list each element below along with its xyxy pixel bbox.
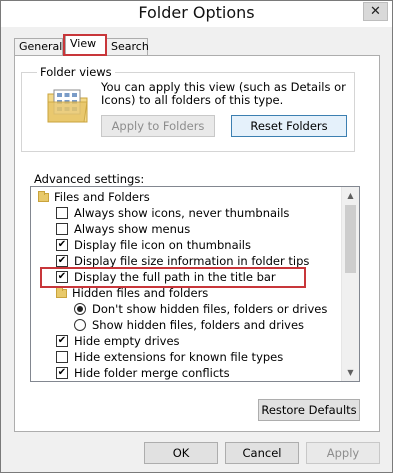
- checkbox-file-size-info[interactable]: ✔: [56, 255, 68, 267]
- tree-folder-files-and-folders: Files and Folders: [38, 189, 150, 205]
- advanced-settings-label: Advanced settings:: [34, 172, 145, 186]
- cancel-button[interactable]: Cancel: [225, 442, 299, 464]
- checkbox-hide-empty-drives[interactable]: ✔: [56, 335, 68, 347]
- checkbox-hide-extensions[interactable]: [56, 351, 68, 363]
- ok-button[interactable]: OK: [144, 442, 218, 464]
- apply-to-folders-label: Apply to Folders: [111, 119, 205, 133]
- apply-label: Apply: [326, 446, 360, 460]
- tree-item-label: Files and Folders: [54, 190, 150, 204]
- cancel-label: Cancel: [242, 446, 282, 460]
- tree-item-label: Hidden files and folders: [72, 286, 209, 300]
- tree-item-show-hidden[interactable]: Show hidden files, folders and drives: [74, 317, 304, 333]
- tree-item-hide-empty-drives[interactable]: ✔ Hide empty drives: [56, 333, 180, 349]
- title-bar[interactable]: Folder Options ✕: [1, 1, 392, 27]
- apply-button[interactable]: Apply: [306, 442, 380, 464]
- tree-item-label: Display the full path in the title bar: [74, 270, 276, 284]
- folder-icon: [56, 286, 67, 298]
- tree-item-label: Always show menus: [74, 222, 191, 236]
- vertical-scrollbar[interactable]: ▲ ▼: [341, 187, 359, 381]
- tab-general[interactable]: General: [14, 38, 63, 55]
- tree-item-label: Hide empty drives: [74, 334, 180, 348]
- tree-item-label: Hide extensions for known file types: [74, 350, 284, 364]
- tree-item-file-icon-thumbnails[interactable]: ✔ Display file icon on thumbnails: [56, 237, 251, 253]
- restore-defaults-button[interactable]: Restore Defaults: [258, 399, 360, 421]
- tree-item-label: Display file size information in folder …: [74, 254, 310, 268]
- tab-search[interactable]: Search: [106, 38, 149, 55]
- folder-views-legend: Folder views: [37, 65, 115, 79]
- tab-general-label: General: [19, 40, 63, 53]
- tree-item-hide-extensions[interactable]: Hide extensions for known file types: [56, 349, 283, 365]
- tab-view-label: View: [70, 37, 97, 50]
- reset-folders-label: Reset Folders: [250, 119, 328, 133]
- radio-show-hidden[interactable]: [74, 319, 86, 331]
- tree-item-dont-show-hidden[interactable]: Don't show hidden files, folders or driv…: [74, 301, 327, 317]
- tree-item-label: Hide folder merge conflicts: [74, 366, 230, 380]
- tree-item-full-path-title-bar[interactable]: ✔ Display the full path in the title bar: [56, 269, 276, 285]
- checkbox-always-show-menus[interactable]: [56, 223, 68, 235]
- advanced-settings-tree[interactable]: Files and Folders Always show icons, nev…: [30, 186, 360, 382]
- folder-options-window: Folder Options ✕ General View Search Fol…: [0, 0, 393, 473]
- close-button[interactable]: ✕: [363, 2, 388, 21]
- folder-views-icon: [47, 89, 88, 123]
- window-title: Folder Options: [138, 3, 255, 22]
- tree-item-label: Show hidden files, folders and drives: [92, 318, 305, 332]
- checkbox-file-icon-thumbnails[interactable]: ✔: [56, 239, 68, 251]
- checkbox-full-path-title-bar[interactable]: ✔: [56, 271, 68, 283]
- tree-item-label: Don't show hidden files, folders or driv…: [92, 302, 328, 316]
- tree-item-file-size-info[interactable]: ✔ Display file size information in folde…: [56, 253, 309, 269]
- tree-item-label: Always show icons, never thumbnails: [74, 206, 290, 220]
- tree-item-hide-merge-conflicts[interactable]: ✔ Hide folder merge conflicts: [56, 365, 230, 381]
- tree-item-label: Display file icon on thumbnails: [74, 238, 251, 252]
- folder-icon: [38, 190, 49, 202]
- scrollbar-thumb[interactable]: [345, 205, 356, 273]
- folder-views-description: You can apply this view (such as Details…: [101, 80, 346, 107]
- reset-folders-button[interactable]: Reset Folders: [231, 115, 347, 137]
- scroll-up-arrow-icon[interactable]: ▲: [342, 187, 359, 204]
- ok-label: OK: [172, 446, 190, 460]
- restore-defaults-label: Restore Defaults: [261, 403, 357, 417]
- tree-item-always-show-menus[interactable]: Always show menus: [56, 221, 190, 237]
- tree-item-always-show-icons[interactable]: Always show icons, never thumbnails: [56, 205, 289, 221]
- radio-dont-show-hidden[interactable]: [74, 303, 86, 315]
- tab-search-label: Search: [111, 40, 149, 53]
- scroll-down-arrow-icon[interactable]: ▼: [342, 364, 359, 381]
- apply-to-folders-button[interactable]: Apply to Folders: [101, 115, 215, 137]
- checkbox-always-show-icons[interactable]: [56, 207, 68, 219]
- checkbox-hide-merge-conflicts[interactable]: ✔: [56, 367, 68, 379]
- tab-view[interactable]: View: [65, 35, 107, 56]
- tree-folder-hidden-files: Hidden files and folders: [56, 285, 208, 301]
- close-icon: ✕: [370, 4, 381, 19]
